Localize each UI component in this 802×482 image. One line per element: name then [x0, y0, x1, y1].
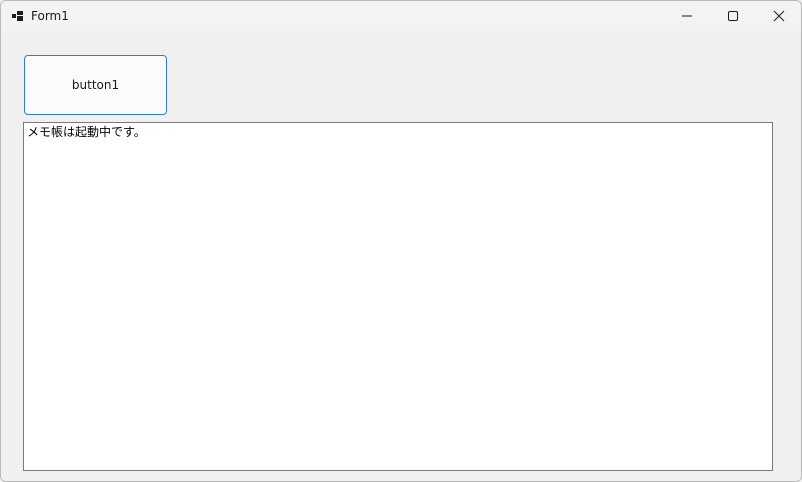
close-icon: [773, 10, 785, 22]
maximize-icon: [728, 11, 738, 21]
title-bar[interactable]: Form1: [1, 1, 801, 31]
form-app-icon: [12, 11, 23, 21]
window-title: Form1: [31, 9, 69, 23]
minimize-icon: [682, 15, 692, 17]
maximize-button[interactable]: [710, 1, 756, 31]
memo-textbox[interactable]: メモ帳は起動中です。: [23, 122, 773, 471]
close-button[interactable]: [756, 1, 801, 31]
minimize-button[interactable]: [664, 1, 710, 31]
button1[interactable]: button1: [24, 55, 167, 115]
app-window: Form1 button1 メモ帳は起動中です。: [0, 0, 802, 482]
form-client-area: button1 メモ帳は起動中です。: [1, 31, 801, 481]
